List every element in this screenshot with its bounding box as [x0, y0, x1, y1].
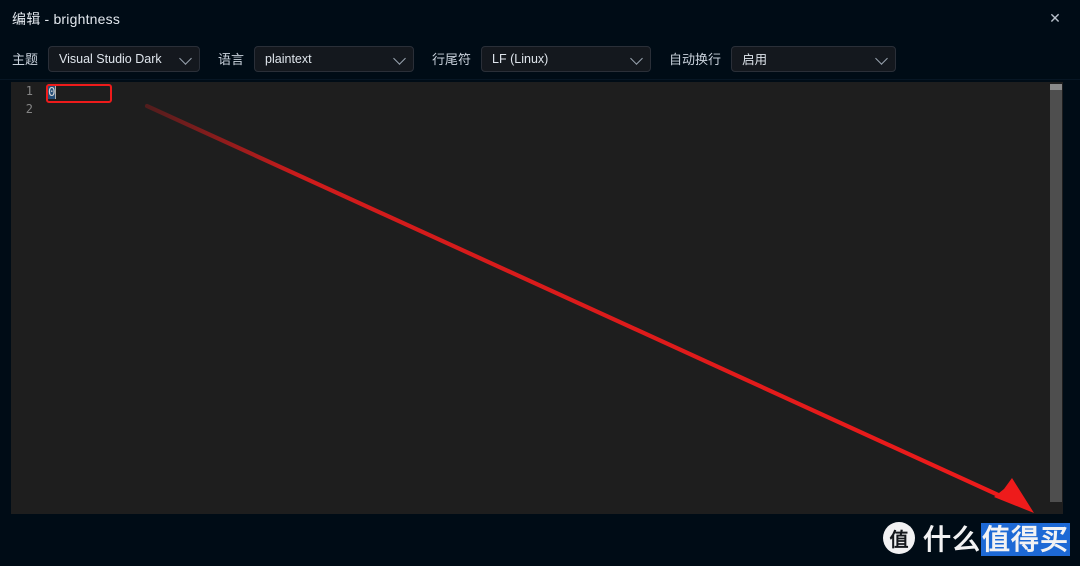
watermark: 值 什么值得买: [882, 516, 1070, 560]
watermark-text: 什么值得买: [923, 518, 1070, 558]
title-bar: 编辑 - brightness ✕: [0, 0, 1080, 38]
word-wrap-select[interactable]: 启用: [731, 45, 897, 72]
watermark-text-highlight: 值得买: [980, 523, 1070, 556]
page-title: 编辑 - brightness: [12, 11, 121, 27]
chevron-down-icon: [179, 51, 192, 65]
watermark-logo-icon: 值: [882, 522, 915, 554]
editor-lines: 1 0 2: [11, 82, 1063, 118]
line-ending-label: 行尾符: [432, 52, 472, 67]
vertical-scrollbar[interactable]: [1049, 82, 1063, 514]
scrollbar-thumb-cap: [1050, 84, 1062, 90]
theme-label: 主题: [12, 52, 39, 67]
field-theme: 主题 Visual Studio Dark: [12, 45, 201, 72]
chevron-down-icon: [875, 51, 888, 65]
chevron-down-icon: [630, 51, 643, 65]
chevron-down-icon: [393, 51, 406, 65]
editor-toolbar: 主题 Visual Studio Dark 语言 plaintext 行尾符 L…: [0, 38, 1080, 80]
theme-select-value: Visual Studio Dark: [59, 51, 162, 66]
editor-line[interactable]: 2: [11, 100, 1063, 118]
scrollbar-thumb[interactable]: [1050, 84, 1062, 502]
editor-line[interactable]: 1 0: [11, 82, 1063, 100]
line-number: 2: [25, 102, 33, 116]
line-ending-select-value: LF (Linux): [492, 51, 549, 66]
language-select[interactable]: plaintext: [254, 45, 415, 72]
language-select-value: plaintext: [265, 51, 312, 66]
word-wrap-label: 自动换行: [669, 52, 722, 67]
language-label: 语言: [218, 52, 245, 67]
field-word-wrap: 自动换行 启用: [669, 45, 897, 72]
text-cursor: [54, 84, 56, 99]
line-ending-select[interactable]: LF (Linux): [481, 45, 652, 72]
word-wrap-select-value: 启用: [742, 53, 768, 67]
field-language: 语言 plaintext: [218, 45, 415, 72]
line-number: 1: [25, 84, 33, 98]
watermark-text-plain: 什么: [922, 523, 981, 556]
line-content[interactable]: 0: [47, 83, 56, 99]
close-icon[interactable]: ✕: [1040, 4, 1070, 32]
theme-select[interactable]: Visual Studio Dark: [48, 45, 201, 72]
code-editor[interactable]: 1 0 2: [11, 82, 1063, 514]
edit-brightness-dialog: 编辑 - brightness ✕ 主题 Visual Studio Dark …: [0, 0, 1080, 566]
field-line-ending: 行尾符 LF (Linux): [432, 45, 652, 72]
